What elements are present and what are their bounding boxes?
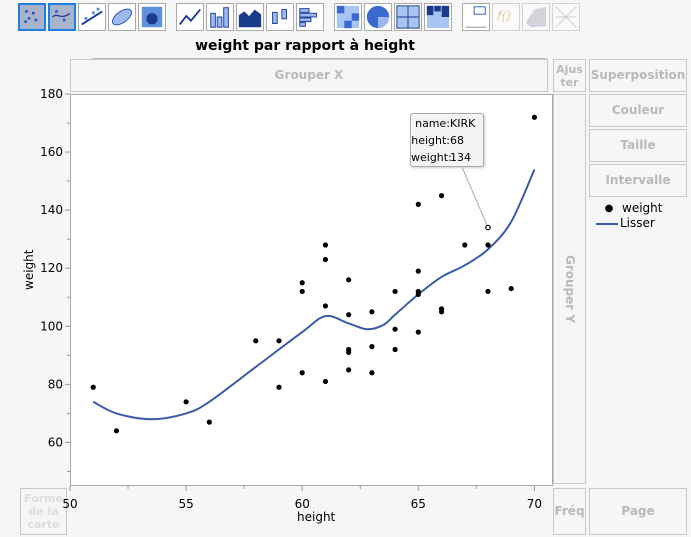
y-tick-label: 160 <box>40 145 63 159</box>
tooltip-key: name: <box>415 117 450 130</box>
tooltip-row: name: KIRK <box>411 115 483 132</box>
data-point <box>113 428 120 434</box>
x-axis-title: height <box>297 510 336 524</box>
data-point <box>392 326 398 332</box>
data-point <box>322 242 329 248</box>
data-point <box>322 378 329 385</box>
tooltip-key: weight: <box>411 151 452 164</box>
data-point <box>415 268 421 274</box>
y-tick-label: 180 <box>40 87 63 101</box>
data-point <box>346 277 352 283</box>
data-point <box>276 384 282 390</box>
data-point <box>90 384 96 390</box>
data-point <box>369 344 375 350</box>
tooltip-key: height: <box>411 134 450 147</box>
x-tick-label: 55 <box>178 497 193 511</box>
tooltip-value: 68 <box>450 134 464 147</box>
tooltip-row: height: 68 <box>411 132 483 149</box>
y-tick-label: 100 <box>40 319 63 333</box>
data-point <box>508 285 514 292</box>
data-point <box>415 201 421 207</box>
tooltip-value: KIRK <box>450 117 476 130</box>
data-point <box>485 288 491 295</box>
data-point <box>276 338 282 344</box>
tooltip-value: 134 <box>450 151 471 164</box>
data-point <box>415 291 421 297</box>
data-point <box>299 288 305 295</box>
y-tick-label: 60 <box>48 435 63 449</box>
data-point <box>346 312 352 318</box>
data-point <box>346 367 352 373</box>
y-axis-title: weight <box>22 249 36 290</box>
data-point <box>183 399 189 405</box>
data-point <box>485 242 491 248</box>
x-tick-label: 70 <box>527 497 542 511</box>
data-point <box>322 256 329 263</box>
data-point <box>346 349 352 356</box>
x-tick-label: 65 <box>411 497 426 511</box>
data-point <box>438 193 445 199</box>
y-tick-label: 140 <box>40 203 63 217</box>
data-point <box>462 242 468 248</box>
point-tooltip: name: KIRK height: 68 weight: 134 <box>410 113 484 167</box>
data-point <box>369 370 375 376</box>
data-point <box>392 346 398 353</box>
scatter-chart: 50 55 60 65 70 60 80 100 120 140 160 180 <box>40 87 542 511</box>
x-tick-label: 60 <box>295 497 310 511</box>
data-point <box>299 280 305 286</box>
data-point <box>438 309 445 315</box>
data-point <box>392 288 398 295</box>
data-point <box>531 114 538 120</box>
data-point <box>253 338 259 344</box>
data-point <box>206 419 212 425</box>
tooltip-leader-line <box>461 166 489 228</box>
data-point <box>369 309 375 315</box>
y-tick-label: 120 <box>40 261 63 275</box>
y-tick-label: 80 <box>48 377 63 391</box>
smoother-line <box>92 169 536 421</box>
x-tick-label: 50 <box>62 497 77 511</box>
tooltip-row: weight: 134 <box>411 149 483 166</box>
data-point <box>415 329 421 335</box>
highlighted-point <box>485 224 491 231</box>
data-point <box>322 303 329 309</box>
data-point <box>299 370 305 376</box>
